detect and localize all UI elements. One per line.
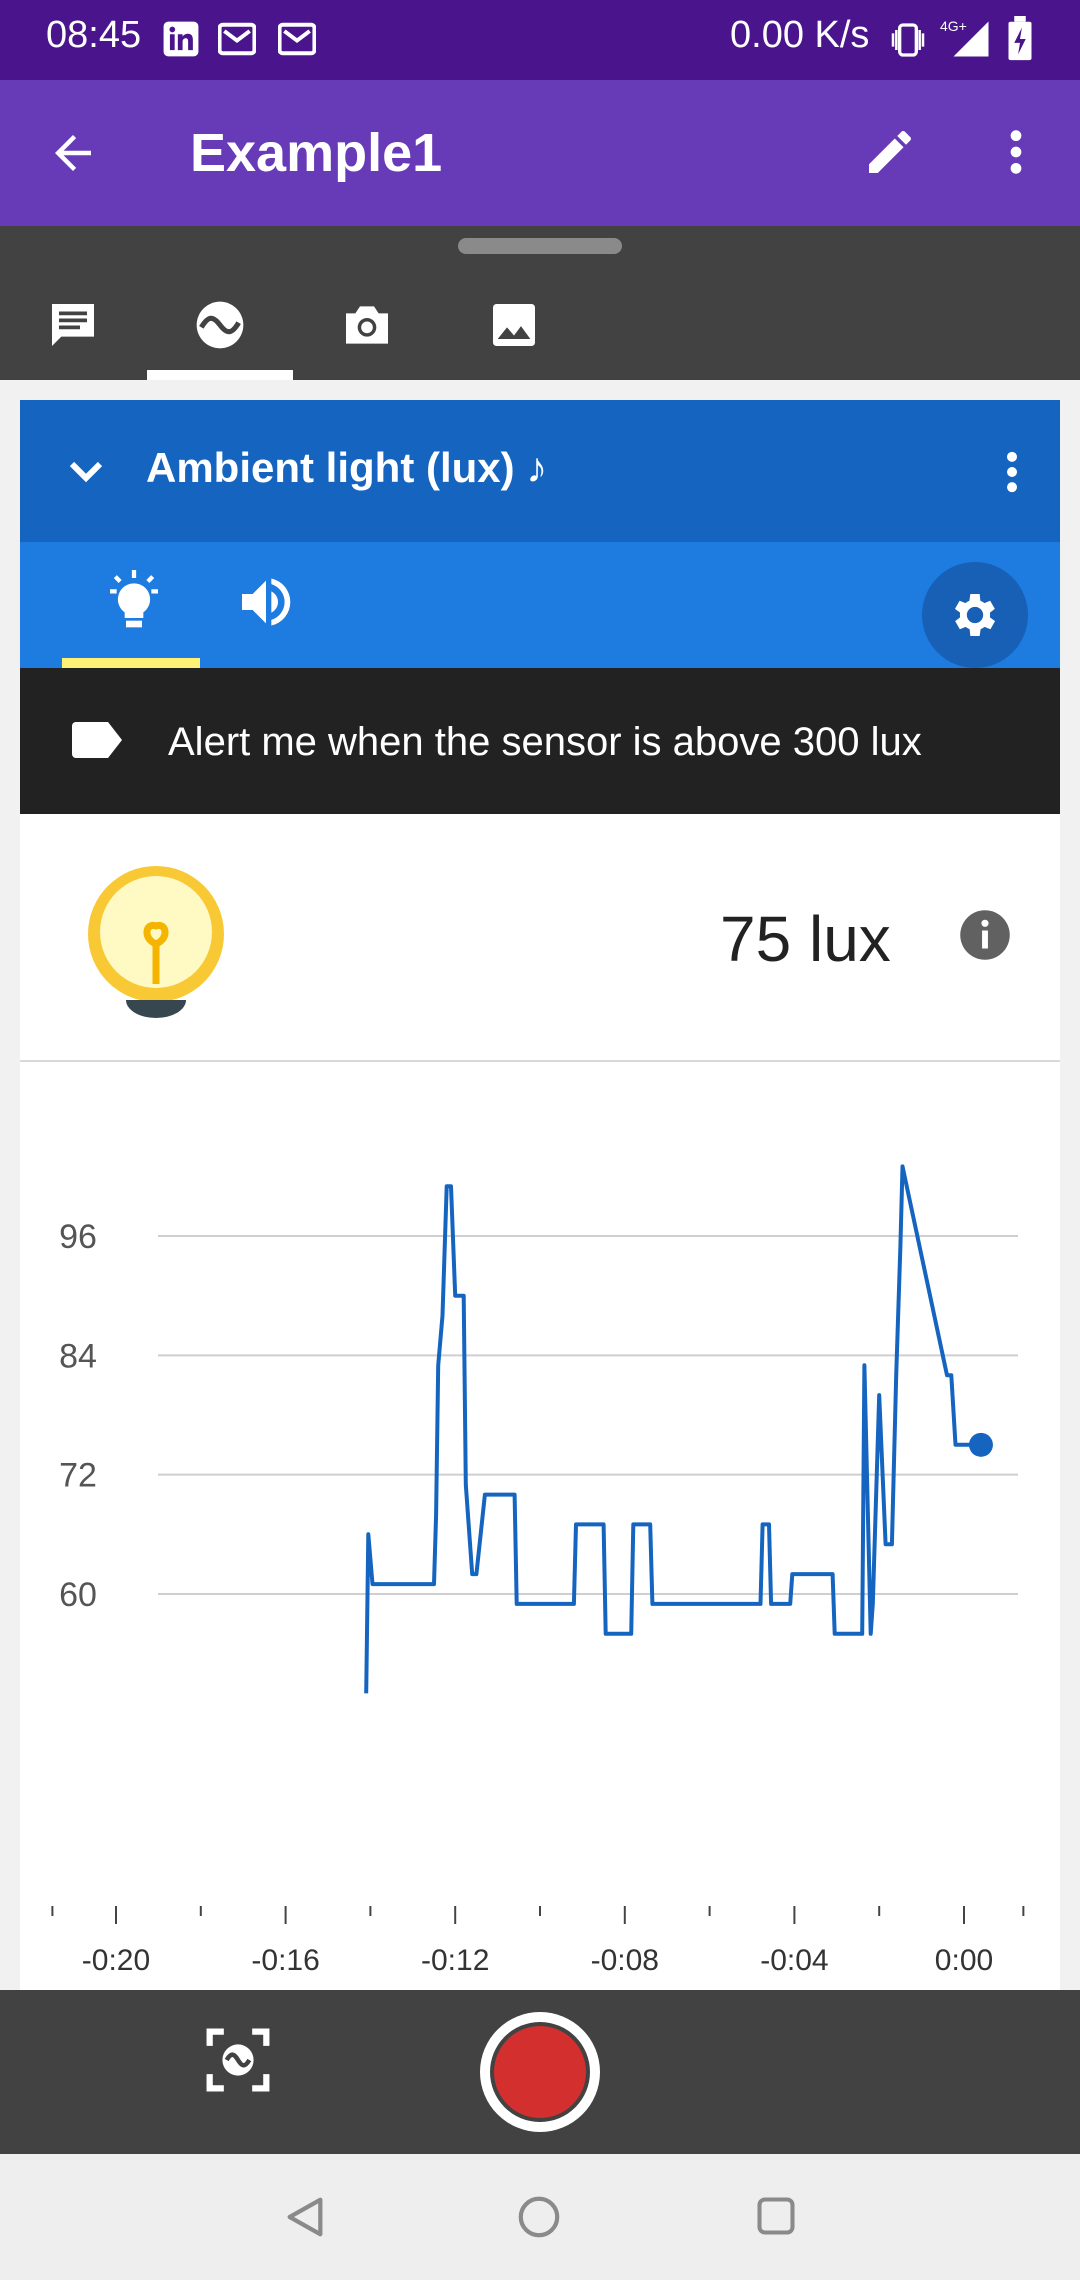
app-bar: Example1 xyxy=(0,80,1080,226)
gear-icon xyxy=(954,594,996,636)
more-vert-icon[interactable] xyxy=(992,446,1032,498)
note-icon xyxy=(52,304,94,346)
bottom-controls xyxy=(0,1990,1080,2154)
vibrate-icon xyxy=(891,23,925,57)
lightbulb-icon xyxy=(88,866,224,1018)
image-icon xyxy=(493,304,535,346)
label-tag-icon xyxy=(72,722,122,758)
lightbulb-tab-icon[interactable] xyxy=(102,570,166,634)
status-time: 08:45 xyxy=(46,14,142,56)
back-arrow-icon[interactable] xyxy=(46,126,100,180)
x-tick-label: -0:04 xyxy=(760,1944,828,1977)
battery-icon xyxy=(1008,16,1032,61)
sensor-tabs xyxy=(20,542,1060,668)
more-vert-icon[interactable] xyxy=(994,124,1038,180)
drag-handle[interactable] xyxy=(458,238,622,254)
y-tick-label: 72 xyxy=(59,1457,97,1495)
snapshot-icon[interactable] xyxy=(204,2026,272,2094)
pencil-icon[interactable] xyxy=(862,124,918,180)
recents-square-icon[interactable] xyxy=(754,2194,798,2238)
record-button[interactable] xyxy=(480,2012,600,2132)
network-rate: 0.00 K/s xyxy=(730,14,870,56)
settings-button[interactable] xyxy=(922,562,1028,668)
chevron-down-icon[interactable] xyxy=(62,448,110,496)
tab-indicator xyxy=(147,370,293,380)
tab-sensors[interactable] xyxy=(147,274,293,376)
alert-banner[interactable]: Alert me when the sensor is above 300 lu… xyxy=(20,668,1060,814)
back-triangle-icon[interactable] xyxy=(282,2194,328,2240)
current-value-point xyxy=(968,1432,993,1457)
sensor-card-header: Ambient light (lux) ♪ xyxy=(20,400,1060,542)
camera-icon xyxy=(346,306,388,344)
y-tick-label: 60 xyxy=(59,1576,97,1614)
tab-notes[interactable] xyxy=(0,274,146,376)
tab-camera[interactable] xyxy=(294,274,440,376)
tab-bar xyxy=(0,226,1080,380)
system-nav-bar xyxy=(0,2154,1080,2280)
x-tick-label: -0:20 xyxy=(82,1944,150,1977)
status-bar: 08:45 0.00 K/s 4G+ xyxy=(0,0,1080,80)
x-tick-label: 0:00 xyxy=(935,1944,993,1977)
x-tick-label: -0:08 xyxy=(591,1944,659,1977)
data-series-line xyxy=(364,1164,981,1694)
record-icon xyxy=(494,2026,586,2118)
tab-gallery[interactable] xyxy=(441,274,587,376)
y-tick-label: 84 xyxy=(59,1337,97,1375)
speaker-tab-icon[interactable] xyxy=(234,570,298,634)
alert-text: Alert me when the sensor is above 300 lu… xyxy=(168,720,922,764)
sensor-tab-indicator xyxy=(62,658,200,668)
sensor-graph[interactable]: 60 72 84 96 -0:20 -0:16 -0:12 -0:08 -0:04 0:00 xyxy=(20,1062,1060,1990)
sensor-wave-icon xyxy=(196,301,244,349)
home-circle-icon[interactable] xyxy=(516,2194,562,2240)
linkedin-icon xyxy=(163,21,199,57)
gmail-icon xyxy=(218,22,256,56)
x-tick-label: -0:12 xyxy=(421,1944,489,1977)
line-chart: 60 72 84 96 -0:20 -0:16 -0:12 -0:08 -0:04 0:00 xyxy=(20,1164,1060,1990)
signal-icon xyxy=(953,21,989,57)
info-icon[interactable] xyxy=(958,908,1012,962)
y-tick-label: 96 xyxy=(59,1218,97,1256)
page-title: Example1 xyxy=(190,123,443,183)
x-tick-label: -0:16 xyxy=(251,1944,319,1977)
gmail-icon xyxy=(278,22,316,56)
current-reading: 75 lux xyxy=(720,903,891,975)
sensor-reading: 75 lux xyxy=(20,814,1060,1062)
sensor-title[interactable]: Ambient light (lux) ♪ xyxy=(146,444,547,492)
